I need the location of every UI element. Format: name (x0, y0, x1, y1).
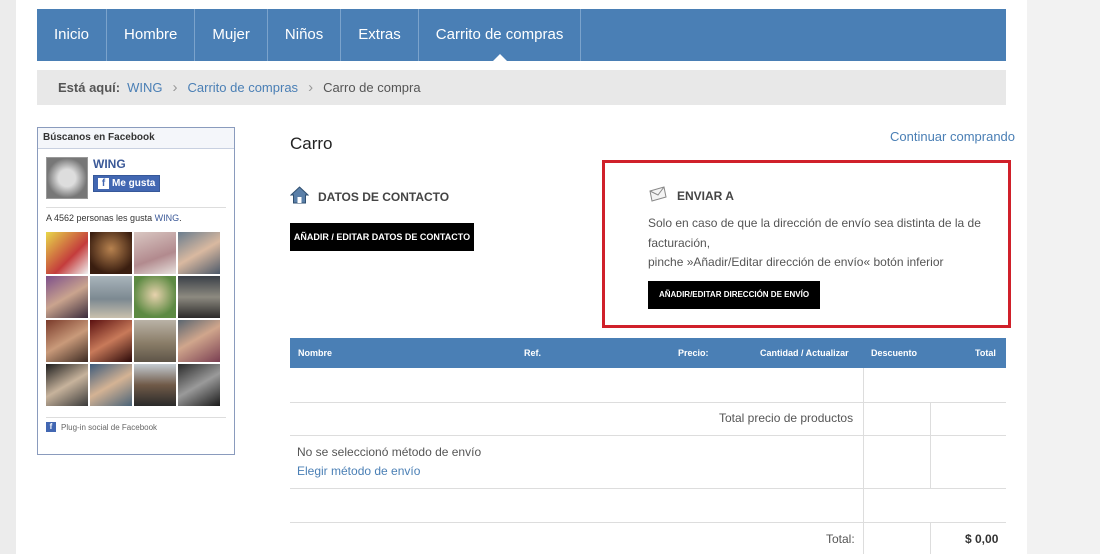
nav-item-hombre[interactable]: Hombre (107, 9, 196, 61)
column-header-precio: Precio: (678, 348, 709, 358)
total-value: $ 0,00 (965, 532, 999, 546)
facebook-friend-avatar[interactable] (46, 364, 88, 406)
facebook-like-label: Me gusta (112, 178, 156, 189)
edit-contact-button[interactable]: AÑADIR / EDITAR DATOS DE CONTACTO (290, 223, 474, 251)
nav-item-inicio[interactable]: Inicio (37, 9, 108, 61)
breadcrumb-label: Está aquí: (58, 80, 121, 95)
table-row-divider (290, 402, 1006, 403)
facebook-friend-avatar[interactable] (134, 320, 176, 362)
page-title: Carro (290, 134, 333, 153)
column-header-descuento: Descuento (871, 348, 918, 358)
contact-section-title: DATOS DE CONTACTO (289, 186, 450, 208)
facebook-count-link[interactable]: WING (155, 213, 180, 223)
facebook-friend-avatar[interactable] (46, 276, 88, 318)
shipping-section-title: ENVIAR A (648, 186, 734, 205)
total-label: Total: (826, 532, 855, 546)
facebook-page-logo[interactable] (46, 157, 88, 199)
facebook-friend-avatar[interactable] (90, 232, 132, 274)
table-row-divider (290, 522, 1006, 523)
facebook-widget: Búscanos en Facebook WING f Me gusta A 4… (37, 127, 235, 455)
facebook-friend-avatar[interactable] (134, 232, 176, 274)
breadcrumb-link-wing[interactable]: WING (127, 80, 162, 95)
facebook-friend-avatar[interactable] (46, 232, 88, 274)
table-column-divider (930, 522, 931, 554)
facebook-friend-avatar[interactable] (178, 364, 220, 406)
facebook-friend-avatar[interactable] (178, 276, 220, 318)
nav-item-ninos[interactable]: Niños (268, 9, 342, 61)
table-row-divider (290, 435, 1006, 436)
facebook-plugin-label[interactable]: Plug-in social de Facebook (61, 423, 157, 432)
facebook-plugin-footer: f Plug-in social de Facebook (46, 422, 157, 432)
facebook-faces-grid (46, 232, 220, 406)
column-header-total: Total (975, 348, 996, 358)
nav-item-mujer[interactable]: Mujer (195, 9, 268, 61)
shipping-instructions-line1: Solo en caso de que la dirección de enví… (648, 216, 981, 250)
table-column-divider (863, 368, 864, 554)
breadcrumb-current: Carro de compra (323, 80, 421, 95)
chevron-right-icon: › (172, 79, 178, 96)
home-icon (289, 186, 310, 208)
total-products-label: Total precio de productos (719, 411, 854, 425)
contact-section-label: DATOS DE CONTACTO (318, 190, 450, 204)
nav-item-extras[interactable]: Extras (341, 9, 419, 61)
column-header-nombre: Nombre (298, 348, 333, 358)
right-gutter (1027, 0, 1100, 554)
facebook-icon: f (98, 178, 109, 189)
facebook-count-text: A 4562 personas les gusta (46, 213, 155, 223)
table-column-divider (930, 402, 931, 488)
facebook-friend-avatar[interactable] (178, 320, 220, 362)
envelope-icon (648, 186, 668, 205)
facebook-page-name[interactable]: WING (93, 157, 160, 171)
edit-shipping-address-button[interactable]: AÑADIR/EDITAR DIRECCIÓN DE ENVÍO (648, 281, 820, 309)
facebook-like-count: A 4562 personas les gusta WING. (46, 213, 182, 223)
facebook-friend-avatar[interactable] (178, 232, 220, 274)
column-header-cantidad: Cantidad / Actualizar (760, 348, 849, 358)
facebook-friend-avatar[interactable] (134, 276, 176, 318)
facebook-like-button[interactable]: f Me gusta (93, 175, 161, 192)
cart-table-header: Nombre Ref. Precio: Cantidad / Actualiza… (290, 338, 1006, 368)
shipping-instructions: Solo en caso de que la dirección de enví… (648, 214, 993, 273)
facebook-count-suffix: . (179, 213, 182, 223)
divider (46, 417, 226, 418)
breadcrumb-link-carrito[interactable]: Carrito de compras (188, 80, 299, 95)
shipping-instructions-line2: pinche »Añadir/Editar dirección de envío… (648, 255, 944, 269)
chevron-right-icon: › (308, 79, 314, 96)
shipping-section-label: ENVIAR A (677, 188, 734, 203)
continue-shopping-link[interactable]: Continuar comprando (890, 129, 1015, 144)
facebook-friend-avatar[interactable] (90, 276, 132, 318)
facebook-page: WING f Me gusta (46, 157, 161, 199)
facebook-icon: f (46, 422, 56, 432)
table-row-divider (290, 488, 1006, 489)
divider (46, 207, 226, 208)
facebook-friend-avatar[interactable] (134, 364, 176, 406)
facebook-friend-avatar[interactable] (90, 364, 132, 406)
no-shipping-method-text: No se seleccionó método de envío (297, 445, 482, 459)
facebook-friend-avatar[interactable] (90, 320, 132, 362)
column-header-ref: Ref. (524, 348, 542, 358)
main-nav: Inicio Hombre Mujer Niños Extras Carrito… (37, 9, 1006, 61)
facebook-friend-avatar[interactable] (46, 320, 88, 362)
choose-shipping-method-link[interactable]: Elegir método de envío (297, 464, 420, 478)
facebook-widget-header: Búscanos en Facebook (38, 128, 234, 149)
breadcrumb: Está aquí: WING › Carrito de compras › C… (37, 70, 1006, 105)
nav-item-carrito[interactable]: Carrito de compras (419, 9, 582, 61)
